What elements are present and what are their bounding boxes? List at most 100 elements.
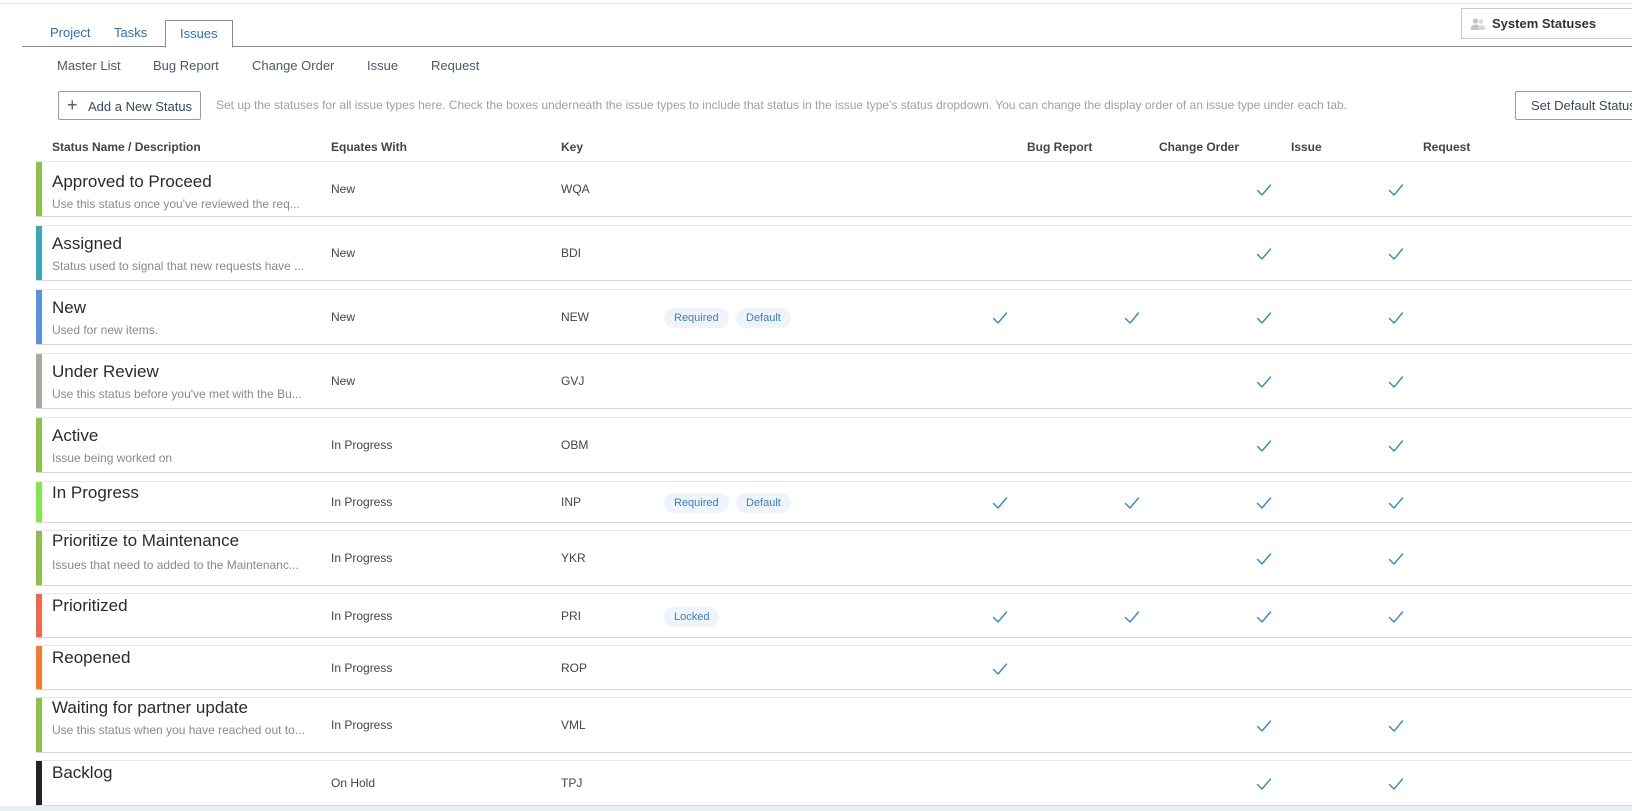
checkmark-icon[interactable] bbox=[1388, 375, 1404, 389]
checkmark-icon[interactable] bbox=[992, 610, 1008, 624]
status-name[interactable]: Under Review bbox=[52, 362, 159, 382]
checkmark-icon[interactable] bbox=[1124, 311, 1140, 325]
checkmark-icon[interactable] bbox=[1256, 552, 1272, 566]
status-color-stripe bbox=[36, 531, 42, 585]
column-header-change-order: Change Order bbox=[1159, 140, 1240, 154]
status-description: Use this status once you've reviewed the… bbox=[52, 197, 300, 211]
checkmark-icon[interactable] bbox=[1256, 777, 1272, 791]
checkmark-icon[interactable] bbox=[1388, 719, 1404, 733]
status-name[interactable]: New bbox=[52, 298, 86, 318]
checkmark-icon[interactable] bbox=[1256, 183, 1272, 197]
checkmark-icon[interactable] bbox=[1124, 496, 1140, 510]
status-key: ROP bbox=[561, 661, 588, 675]
status-color-stripe bbox=[36, 418, 42, 472]
checkmark-icon[interactable] bbox=[1256, 439, 1272, 453]
checkmark-icon[interactable] bbox=[1388, 183, 1404, 197]
subnav-bug-report[interactable]: Bug Report bbox=[153, 58, 219, 73]
status-name[interactable]: Approved to Proceed bbox=[52, 172, 212, 192]
set-default-statuses-button[interactable]: Set Default Statuses bbox=[1515, 91, 1632, 120]
checkmark-icon[interactable] bbox=[1256, 311, 1272, 325]
checkmark-icon[interactable] bbox=[1388, 247, 1404, 261]
status-key: YKR bbox=[561, 551, 586, 565]
checkmark-icon[interactable] bbox=[992, 496, 1008, 510]
help-text: Set up the statuses for all issue types … bbox=[216, 98, 1347, 112]
column-header-request: Request bbox=[1423, 140, 1471, 154]
checkmark-icon[interactable] bbox=[1388, 610, 1404, 624]
checkmark-icon[interactable] bbox=[1388, 777, 1404, 791]
add-new-status-label: Add a New Status bbox=[88, 99, 193, 114]
table-row[interactable]: Backlog On Hold TPJ bbox=[36, 760, 1632, 806]
status-description: Issues that need to added to the Mainten… bbox=[52, 558, 299, 572]
equates-with-value: New bbox=[331, 310, 356, 324]
system-statuses-selector[interactable]: System Statuses bbox=[1461, 8, 1632, 39]
status-color-stripe bbox=[36, 761, 42, 805]
status-name[interactable]: In Progress bbox=[52, 483, 139, 503]
table-row[interactable]: Approved to Proceed Use this status once … bbox=[36, 161, 1632, 217]
checkmark-icon[interactable] bbox=[1388, 311, 1404, 325]
add-new-status-button[interactable]: + Add a New Status bbox=[58, 91, 201, 120]
tab-issues[interactable]: Issues bbox=[165, 20, 233, 48]
status-key: OBM bbox=[561, 438, 589, 452]
checkmark-icon[interactable] bbox=[1388, 439, 1404, 453]
badge-default: Default bbox=[736, 308, 791, 328]
checkmark-icon[interactable] bbox=[1256, 496, 1272, 510]
status-key: VML bbox=[561, 718, 586, 732]
equates-with-value: New bbox=[331, 374, 356, 388]
status-key: NEW bbox=[561, 310, 589, 324]
table-row[interactable]: In Progress In Progress INP Required Default bbox=[36, 481, 1632, 523]
checkmark-icon[interactable] bbox=[1256, 375, 1272, 389]
status-key: INP bbox=[561, 495, 582, 509]
status-color-stripe bbox=[36, 482, 42, 522]
subnav-change-order[interactable]: Change Order bbox=[252, 58, 334, 73]
status-color-stripe bbox=[36, 162, 42, 216]
table-row[interactable]: Prioritize to Maintenance Issues that nee… bbox=[36, 530, 1632, 586]
status-color-stripe bbox=[36, 226, 42, 280]
checkmark-icon[interactable] bbox=[1256, 610, 1272, 624]
status-name[interactable]: Assigned bbox=[52, 234, 122, 254]
table-row[interactable]: Active Issue being worked on In Progress OB… bbox=[36, 417, 1632, 473]
table-row[interactable]: Waiting for partner update Use this statu… bbox=[36, 697, 1632, 753]
badge-required: Required bbox=[664, 493, 729, 513]
table-row[interactable]: Assigned Status used to signal that new r… bbox=[36, 225, 1632, 281]
checkmark-icon[interactable] bbox=[1256, 719, 1272, 733]
column-header-key: Key bbox=[561, 140, 584, 154]
status-key: TPJ bbox=[561, 776, 583, 790]
subnav-master-list[interactable]: Master List bbox=[57, 58, 121, 73]
subnav-issue[interactable]: Issue bbox=[367, 58, 398, 73]
status-color-stripe bbox=[36, 646, 42, 689]
checkmark-icon[interactable] bbox=[1124, 610, 1140, 624]
badge-default: Default bbox=[736, 493, 791, 513]
checkmark-icon[interactable] bbox=[1388, 496, 1404, 510]
tab-tasks[interactable]: Tasks bbox=[100, 20, 161, 47]
table-row[interactable]: Under Review Use this status before you'v… bbox=[36, 353, 1632, 409]
status-description: Used for new items. bbox=[52, 323, 159, 337]
column-header-bug-report: Bug Report bbox=[1027, 140, 1093, 154]
subnav-request[interactable]: Request bbox=[431, 58, 479, 73]
checkmark-icon[interactable] bbox=[1388, 552, 1404, 566]
status-name[interactable]: Prioritized bbox=[52, 596, 128, 616]
status-color-stripe bbox=[36, 290, 42, 344]
tab-project[interactable]: Project bbox=[36, 20, 104, 47]
status-color-stripe bbox=[36, 354, 42, 408]
status-name[interactable]: Waiting for partner update bbox=[52, 698, 248, 718]
equates-with-value: In Progress bbox=[331, 718, 393, 732]
status-color-stripe bbox=[36, 594, 42, 637]
checkmark-icon[interactable] bbox=[992, 311, 1008, 325]
status-name[interactable]: Active bbox=[52, 426, 98, 446]
checkmark-icon[interactable] bbox=[1256, 247, 1272, 261]
column-header-issue: Issue bbox=[1291, 140, 1322, 154]
table-row[interactable]: Prioritized In Progress PRI Locked bbox=[36, 593, 1632, 638]
status-key: GVJ bbox=[561, 374, 585, 388]
status-name[interactable]: Prioritize to Maintenance bbox=[52, 531, 239, 551]
status-key: PRI bbox=[561, 609, 582, 623]
status-name[interactable]: Backlog bbox=[52, 763, 112, 783]
equates-with-value: In Progress bbox=[331, 495, 393, 509]
system-statuses-label: System Statuses bbox=[1492, 16, 1597, 31]
table-row[interactable]: Reopened In Progress ROP bbox=[36, 645, 1632, 690]
checkmark-icon[interactable] bbox=[992, 662, 1008, 676]
status-description: Use this status when you have reached ou… bbox=[52, 723, 305, 737]
badge-locked: Locked bbox=[664, 607, 720, 627]
top-tab-bar: Project Tasks Issues bbox=[22, 0, 1632, 48]
status-name[interactable]: Reopened bbox=[52, 648, 130, 668]
table-row[interactable]: New Used for new items. New NEW Required Defa… bbox=[36, 289, 1632, 345]
